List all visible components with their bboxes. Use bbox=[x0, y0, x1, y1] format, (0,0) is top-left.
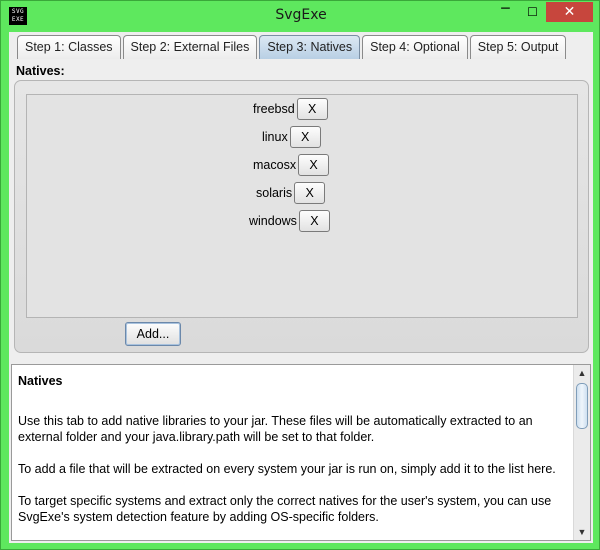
native-name: freebsd bbox=[253, 102, 295, 116]
list-item-solaris: solaris X bbox=[256, 182, 326, 204]
scroll-up-icon[interactable]: ▲ bbox=[574, 365, 590, 381]
tab-step-4-optional[interactable]: Step 4: Optional bbox=[362, 35, 468, 59]
help-title: Natives bbox=[18, 374, 63, 388]
list-item-freebsd: freebsd X bbox=[253, 98, 328, 120]
list-item-macosx: macosx X bbox=[253, 154, 330, 176]
title-bar[interactable]: SVG EXE SvgExe ─ ☐ ✕ bbox=[1, 1, 599, 32]
natives-section-label: Natives: bbox=[16, 64, 65, 78]
client-area: Step 1: Classes Step 2: External Files S… bbox=[9, 32, 593, 543]
native-name: linux bbox=[262, 130, 288, 144]
tab-step-1-classes[interactable]: Step 1: Classes bbox=[17, 35, 121, 59]
step-tabs: Step 1: Classes Step 2: External Files S… bbox=[17, 35, 568, 59]
remove-macosx-button[interactable]: X bbox=[298, 154, 330, 176]
tab-step-5-output[interactable]: Step 5: Output bbox=[469, 35, 567, 59]
close-button[interactable]: ✕ bbox=[546, 2, 593, 22]
help-paragraph: To target specific systems and extract o… bbox=[18, 494, 552, 524]
scroll-down-icon[interactable]: ▼ bbox=[574, 524, 590, 540]
help-paragraph: Use this tab to add native libraries to … bbox=[18, 414, 533, 444]
list-item-windows: windows X bbox=[249, 210, 330, 232]
tab-step-3-natives[interactable]: Step 3: Natives bbox=[259, 35, 361, 59]
remove-windows-button[interactable]: X bbox=[298, 210, 330, 232]
scroll-thumb[interactable] bbox=[576, 383, 588, 429]
help-paragraph: To add a file that will be extracted on … bbox=[18, 462, 556, 476]
add-native-button[interactable]: Add... bbox=[125, 322, 181, 346]
natives-list: freebsd X linux X macosx X solaris X win… bbox=[26, 94, 578, 318]
app-window: SVG EXE SvgExe ─ ☐ ✕ Step 1: Classes Ste… bbox=[0, 0, 600, 550]
minimize-button[interactable]: ─ bbox=[492, 2, 519, 22]
native-name: windows bbox=[249, 214, 297, 228]
remove-linux-button[interactable]: X bbox=[289, 126, 321, 148]
remove-freebsd-button[interactable]: X bbox=[296, 98, 328, 120]
native-name: solaris bbox=[256, 186, 293, 200]
help-text: Natives Use this tab to add native libra… bbox=[18, 373, 568, 541]
remove-solaris-button[interactable]: X bbox=[294, 182, 326, 204]
maximize-button[interactable]: ☐ bbox=[519, 2, 546, 22]
help-panel[interactable]: Natives Use this tab to add native libra… bbox=[11, 364, 591, 541]
help-scrollbar[interactable]: ▲ ▼ bbox=[573, 365, 590, 540]
native-name: macosx bbox=[253, 158, 297, 172]
natives-panel: freebsd X linux X macosx X solaris X win… bbox=[14, 80, 589, 353]
tab-step-2-external-files[interactable]: Step 2: External Files bbox=[122, 35, 258, 59]
list-item-linux: linux X bbox=[262, 126, 321, 148]
